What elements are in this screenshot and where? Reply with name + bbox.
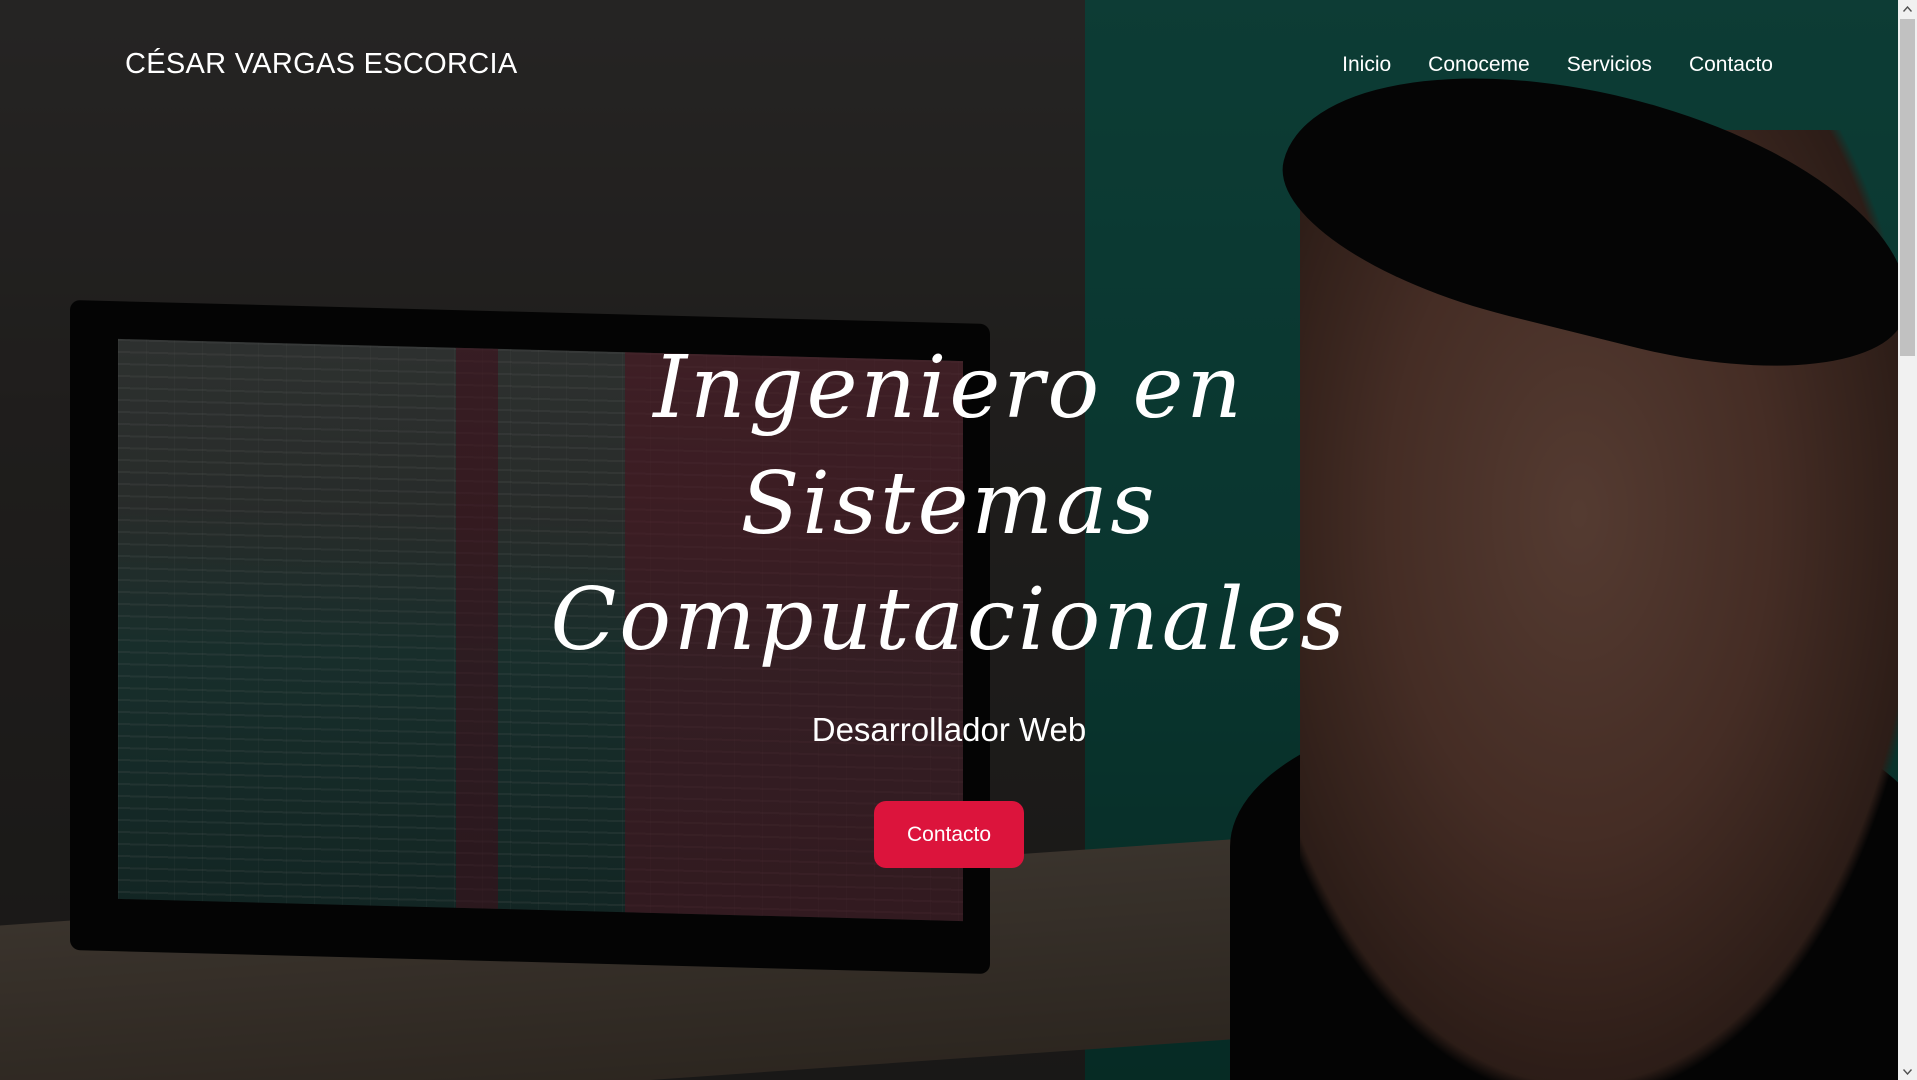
contact-button[interactable]: Contacto [874, 801, 1024, 868]
hero-title-line2: Computacionales [550, 570, 1348, 670]
scrollbar-thumb[interactable] [1900, 19, 1915, 356]
chevron-down-icon[interactable] [1898, 1063, 1917, 1080]
navbar: CÉSAR VARGAS ESCORCIA Inicio Conoceme Se… [0, 0, 1898, 135]
nav-link-inicio[interactable]: Inicio [1342, 53, 1391, 77]
brand-logo[interactable]: CÉSAR VARGAS ESCORCIA [125, 48, 518, 81]
hero-title: Ingeniero en Sistemas Computacionales [449, 330, 1449, 678]
hero-section: CÉSAR VARGAS ESCORCIA Inicio Conoceme Se… [0, 0, 1898, 1080]
nav-link-conoceme[interactable]: Conoceme [1428, 53, 1530, 77]
hero-title-line1: Ingeniero en Sistemas [653, 338, 1245, 554]
nav-link-servicios[interactable]: Servicios [1567, 53, 1652, 77]
chevron-up-icon[interactable] [1898, 0, 1917, 17]
hero-subtitle: Desarrollador Web [811, 711, 1087, 748]
hero-content: Ingeniero en Sistemas Computacionales De… [0, 330, 1898, 868]
scrollbar[interactable] [1898, 0, 1917, 1080]
nav-links: Inicio Conoceme Servicios Contacto [1342, 53, 1773, 77]
nav-link-contacto[interactable]: Contacto [1689, 53, 1773, 77]
